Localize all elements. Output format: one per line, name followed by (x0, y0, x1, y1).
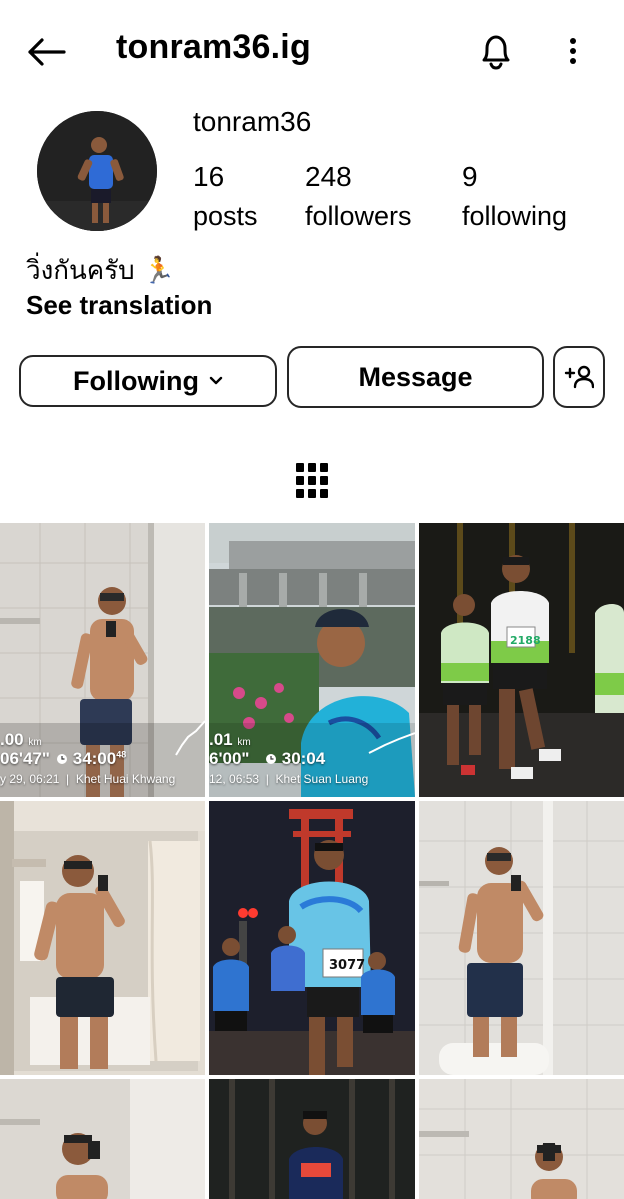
arrow-left-icon (28, 38, 66, 66)
clock-icon (266, 754, 276, 764)
post-tile[interactable] (419, 801, 624, 1075)
run-datetime: y 29, 06:21 | Khet Huai Khwang (0, 772, 176, 786)
bio-text: วิ่งกันครับ (26, 255, 135, 285)
following-count: 9 (462, 161, 478, 192)
post-tile[interactable] (209, 1079, 415, 1199)
clock-icon (57, 754, 67, 764)
more-options-button[interactable] (556, 30, 590, 72)
posts-count: 16 (193, 161, 225, 192)
suggested-users-button[interactable] (553, 346, 605, 408)
bib-number: 2188 (510, 634, 541, 647)
post-photo (0, 801, 205, 1075)
run-duration: 34:0048 (56, 749, 126, 769)
followers-label: followers (305, 201, 412, 231)
post-tile[interactable]: .00 km 06'47" 34:0048 y 29, 06:21 | Khet… (0, 523, 205, 797)
run-datetime: 12, 06:53 | Khet Suan Luang (209, 772, 369, 786)
run-pace: 6'00" (209, 749, 250, 768)
post-tile[interactable] (0, 801, 205, 1075)
posts-stat[interactable]: 16 posts (193, 158, 258, 236)
more-vertical-icon (570, 38, 576, 64)
run-distance: .00 km (0, 730, 42, 749)
notifications-button[interactable] (474, 28, 518, 74)
avatar[interactable] (37, 111, 157, 231)
avatar-photo (37, 111, 157, 231)
bib-number: 3077 (329, 958, 365, 973)
message-button[interactable]: Message (287, 346, 544, 408)
top-bar: tonram36.ig (0, 0, 624, 100)
post-tile[interactable]: 3077 (209, 801, 415, 1075)
message-button-label: Message (358, 361, 473, 392)
followers-count: 248 (305, 161, 352, 192)
post-photo: 3077 (209, 801, 415, 1075)
followers-stat[interactable]: 248 followers (305, 158, 412, 236)
posts-grid-tab[interactable] (296, 463, 328, 499)
run-duration: 30:04 (265, 749, 325, 769)
run-pace: 06'47" (0, 749, 50, 768)
post-photo (419, 1079, 624, 1199)
see-translation-link[interactable]: See translation (26, 290, 212, 321)
post-tile[interactable]: 2188 (419, 523, 624, 797)
following-button[interactable]: Following (19, 355, 277, 407)
following-stat[interactable]: 9 following (462, 158, 567, 236)
grid-icon (296, 463, 328, 498)
post-photo (209, 1079, 415, 1199)
add-user-icon (564, 365, 594, 389)
post-tile[interactable] (419, 1079, 624, 1199)
post-tile[interactable]: .01 km 6'00" 30:04 12, 06:53 | Khet Suan… (209, 523, 415, 797)
chevron-down-icon (209, 376, 223, 385)
following-label: following (462, 201, 568, 231)
page-title: tonram36.ig (116, 28, 311, 66)
post-photo (419, 801, 624, 1075)
run-distance: .01 km (209, 730, 251, 749)
post-photo (0, 1079, 205, 1199)
runner-emoji: 🏃 (142, 255, 176, 285)
profile-bio: วิ่งกันครับ 🏃 (26, 250, 175, 291)
post-photo: 2188 (419, 523, 624, 797)
bell-icon (482, 35, 510, 70)
following-button-label: Following (73, 365, 199, 396)
back-button[interactable] (22, 30, 70, 74)
posts-label: posts (193, 201, 258, 231)
profile-username: tonram36 (193, 106, 312, 137)
post-tile[interactable] (0, 1079, 205, 1199)
